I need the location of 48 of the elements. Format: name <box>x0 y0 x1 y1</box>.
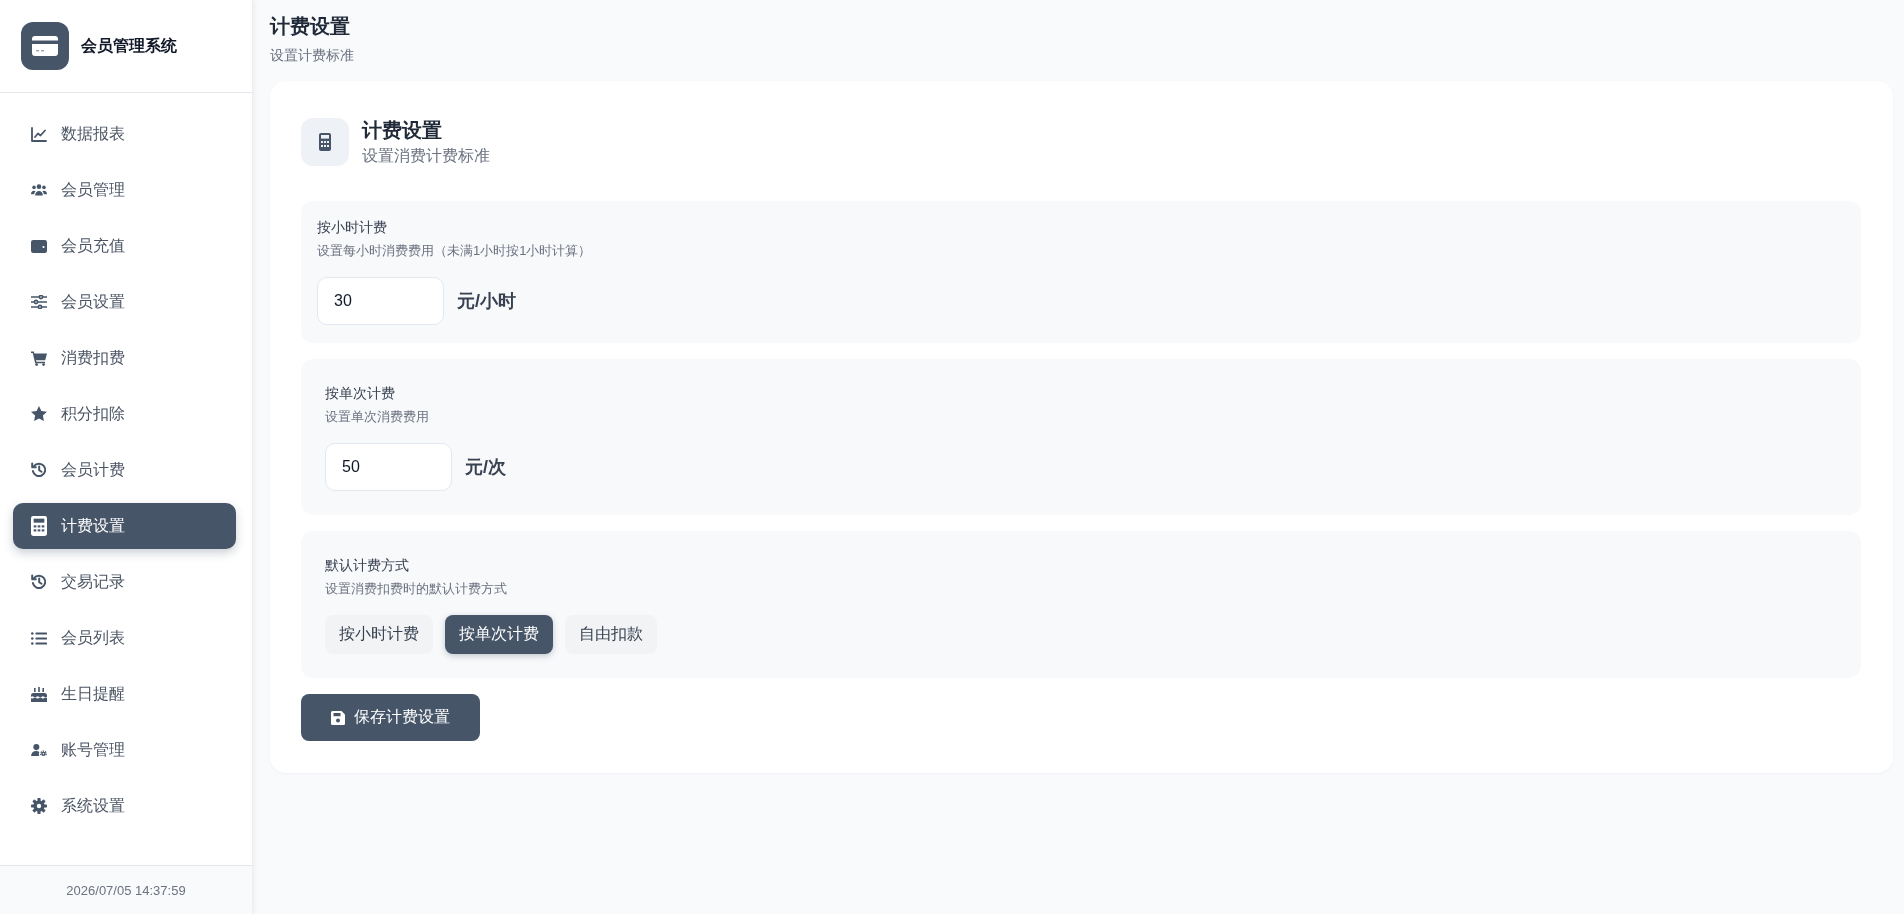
sidebar-item[interactable]: 交易记录 <box>13 559 236 605</box>
section-label: 按单次计费 <box>325 384 395 403</box>
sidebar-item[interactable]: 积分扣除 <box>13 391 236 437</box>
billing-mode-option[interactable]: 自由扣款 <box>565 615 657 654</box>
star-icon <box>31 406 47 422</box>
calculator-icon <box>301 118 349 166</box>
section-label: 按小时计费 <box>317 218 387 237</box>
cake-icon <box>31 686 47 702</box>
calculator-icon <box>31 516 47 536</box>
unit-label: 元/小时 <box>457 290 516 313</box>
users-icon <box>31 184 47 196</box>
page-subtitle: 设置计费标准 <box>270 46 355 64</box>
price-input[interactable]: 30 <box>317 277 444 325</box>
sidebar-item[interactable]: 系统设置 <box>13 783 236 829</box>
section-description: 设置消费扣费时的默认计费方式 <box>325 580 507 598</box>
sidebar-item[interactable]: 数据报表 <box>13 111 236 157</box>
sliders-icon <box>31 295 47 309</box>
price-input[interactable]: 50 <box>325 443 452 491</box>
cart-icon <box>31 350 47 366</box>
card-subtitle: 设置消费计费标准 <box>362 146 490 166</box>
page-title: 计费设置 <box>270 14 351 39</box>
sidebar-item[interactable]: 会员设置 <box>13 279 236 325</box>
user-gear-icon <box>31 743 47 757</box>
list-icon <box>31 631 47 645</box>
wallet-icon <box>31 239 47 253</box>
sidebar-item[interactable]: 账号管理 <box>13 727 236 773</box>
card-title: 计费设置 <box>362 118 443 143</box>
section-description: 设置每小时消费费用（未满1小时按1小时计算） <box>317 242 592 260</box>
credit-card-icon <box>21 22 69 70</box>
sidebar-item[interactable]: 会员列表 <box>13 615 236 661</box>
chart-line-icon <box>31 126 47 142</box>
sidebar-item[interactable]: 会员计费 <box>13 447 236 493</box>
save-button[interactable]: 保存计费设置 <box>301 694 480 741</box>
history-icon <box>31 462 47 478</box>
history-icon <box>31 574 47 590</box>
sidebar-item[interactable]: 计费设置 <box>13 503 236 549</box>
sidebar-item[interactable]: 会员充值 <box>13 223 236 269</box>
unit-label: 元/次 <box>465 456 506 479</box>
section-label: 默认计费方式 <box>325 556 409 575</box>
current-time: 2026/07/05 14:37:59 <box>66 882 186 898</box>
sidebar-item[interactable]: 生日提醒 <box>13 671 236 717</box>
billing-mode-option[interactable]: 按小时计费 <box>325 615 433 654</box>
settings-icon <box>31 798 47 814</box>
brand-title: 会员管理系统 <box>81 35 177 56</box>
billing-mode-option[interactable]: 按单次计费 <box>445 615 553 654</box>
sidebar-item[interactable]: 消费扣费 <box>13 335 236 381</box>
section-description: 设置单次消费费用 <box>325 408 429 426</box>
sidebar-item[interactable]: 会员管理 <box>13 167 236 213</box>
